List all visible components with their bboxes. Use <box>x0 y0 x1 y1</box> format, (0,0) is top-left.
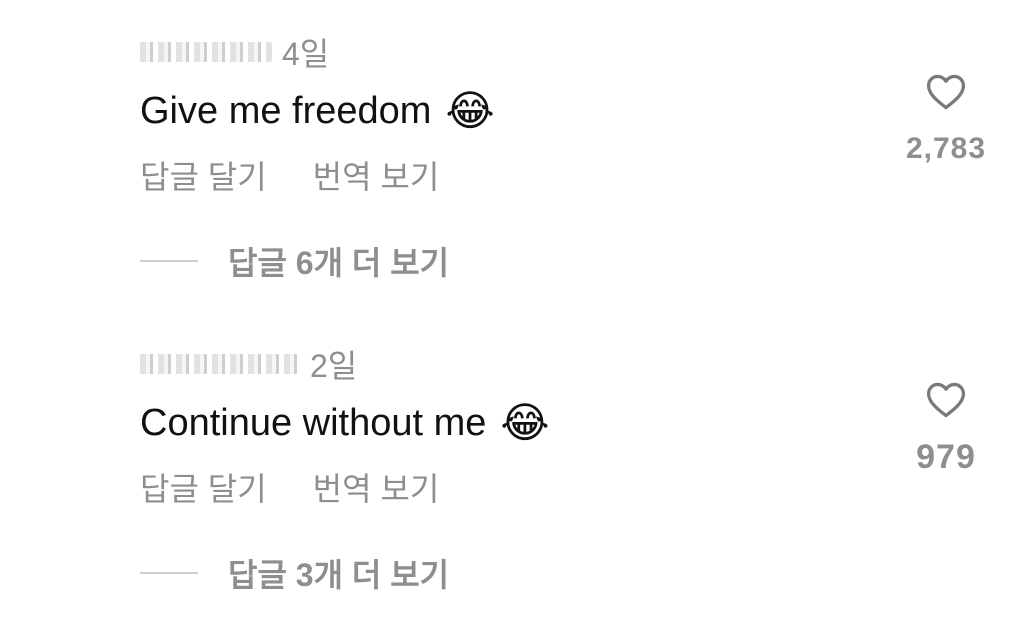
view-more-replies-label: 답글 3개 더 보기 <box>228 557 450 593</box>
comment-body: Continue without me <box>140 402 487 444</box>
comment-text: Continue without me 😂 <box>140 398 1000 448</box>
heart-icon[interactable] <box>924 70 968 114</box>
redacted-username[interactable] <box>140 42 272 62</box>
replies-divider-line <box>140 572 198 574</box>
comment-time: 2일 <box>310 348 358 384</box>
comment-meta: 2일 <box>140 342 1000 386</box>
comment-item: 2일 Continue without me 😂 답글 달기 번역 보기 답글 … <box>140 342 1000 596</box>
view-more-replies-button[interactable]: 답글 3개 더 보기 <box>140 550 1000 596</box>
comment-text: Give me freedom 😂 <box>140 86 1000 136</box>
tears-of-joy-emoji: 😂 <box>500 399 550 446</box>
comment-item: 4일 Give me freedom 😂 답글 달기 번역 보기 답글 6개 더… <box>140 30 1000 284</box>
reply-button[interactable]: 답글 달기 <box>140 464 267 510</box>
tears-of-joy-emoji: 😂 <box>445 87 495 134</box>
translate-button[interactable]: 번역 보기 <box>313 464 440 510</box>
comment-time: 4일 <box>282 36 330 72</box>
comments-view: 4일 Give me freedom 😂 답글 달기 번역 보기 답글 6개 더… <box>0 0 1024 638</box>
comment-actions: 답글 달기 번역 보기 <box>140 152 1000 198</box>
comment-actions: 답글 달기 번역 보기 <box>140 464 1000 510</box>
heart-icon[interactable] <box>924 378 968 422</box>
view-more-replies-button[interactable]: 답글 6개 더 보기 <box>140 238 1000 284</box>
comment-meta: 4일 <box>140 30 1000 74</box>
translate-button[interactable]: 번역 보기 <box>313 152 440 198</box>
like-count: 2,783 <box>905 132 987 165</box>
redacted-username[interactable] <box>140 354 300 374</box>
comment-body: Give me freedom <box>140 90 432 132</box>
view-more-replies-label: 답글 6개 더 보기 <box>228 245 450 281</box>
like-count: 979 <box>916 438 976 476</box>
replies-divider-line <box>140 260 198 262</box>
reply-button[interactable]: 답글 달기 <box>140 152 267 198</box>
comment-like: 979 <box>898 378 994 477</box>
comment-like: 2,783 <box>898 70 994 166</box>
